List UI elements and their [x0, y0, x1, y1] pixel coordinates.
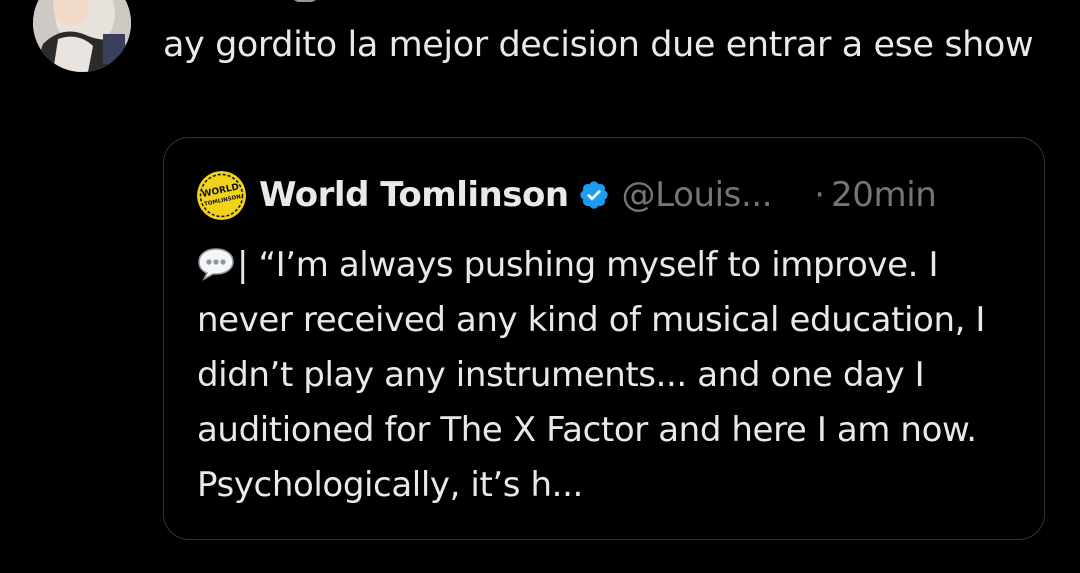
- quoted-tweet-body: | “I’m always pushing myself to improve.…: [197, 238, 1037, 513]
- quoted-tweet-card[interactable]: WORLD TOMLINSON World Tomlinson @Louis..…: [163, 137, 1045, 540]
- reply-text: ay gordito la mejor decision due entrar …: [163, 25, 1034, 65]
- quoted-tweet-timestamp[interactable]: 20min: [831, 175, 937, 215]
- quoted-author-handle[interactable]: @Louis...: [622, 175, 773, 215]
- speech-balloon-icon: [198, 248, 234, 281]
- cutoff-text: [290, 0, 320, 2]
- quoted-tweet-text: | “I’m always pushing myself to improve.…: [197, 245, 996, 505]
- quoted-author-name[interactable]: World Tomlinson: [259, 175, 569, 215]
- quoted-tweet-header: WORLD TOMLINSON World Tomlinson @Louis..…: [197, 170, 937, 220]
- previous-tweet-header-cutoff: [250, 0, 1050, 2]
- avatar[interactable]: [33, 0, 131, 72]
- quoted-author-avatar[interactable]: WORLD TOMLINSON: [197, 170, 246, 220]
- separator-dot: ·: [814, 175, 826, 215]
- verified-badge-icon: [579, 181, 608, 209]
